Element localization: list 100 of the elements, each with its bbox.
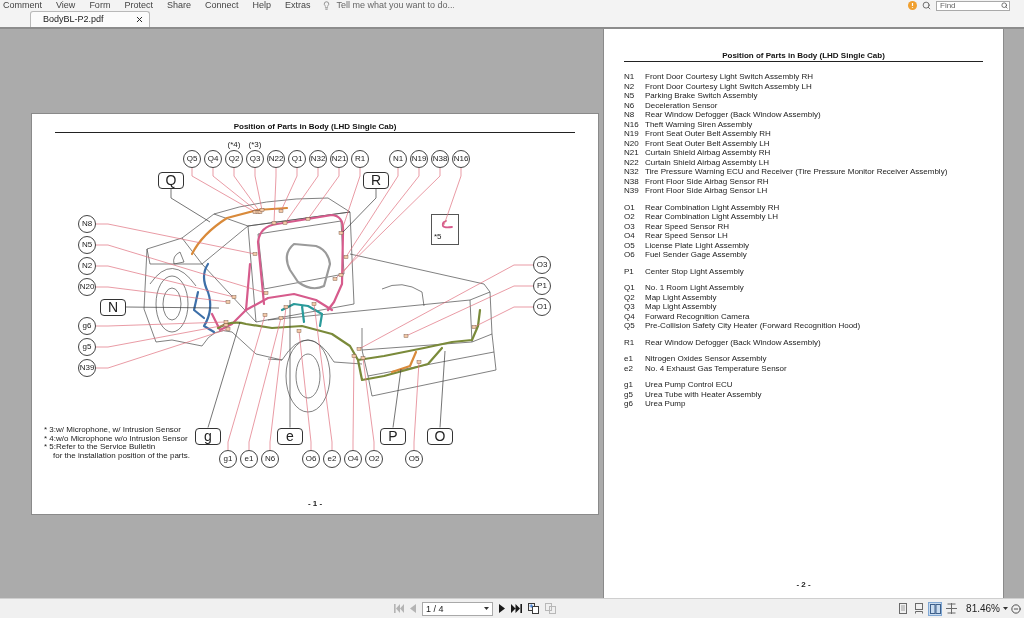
callout-label: N5 [78, 236, 96, 254]
part-code: R1 [624, 337, 636, 347]
connector [416, 360, 422, 364]
zoom-select[interactable]: 81.46% [966, 602, 1008, 615]
search-icon[interactable] [1001, 2, 1008, 9]
leader-line [273, 167, 277, 224]
callout-note: (*3) [248, 140, 262, 149]
find-field[interactable]: Find [936, 0, 1010, 11]
callout-label: N16 [452, 150, 470, 168]
part-code: N32 [624, 167, 640, 177]
menu-item[interactable]: View [56, 0, 76, 11]
part-name: Urea Pump [645, 399, 686, 409]
part-code: N16 [624, 119, 640, 129]
group-label: Q [158, 171, 184, 189]
part-code: P1 [624, 266, 635, 276]
part-code: O5 [624, 240, 636, 250]
callout-label: O3 [533, 256, 551, 274]
pages-plus-icon [528, 603, 539, 614]
part-code: e2 [624, 363, 634, 373]
part-code: N22 [624, 157, 640, 167]
pages-icon [545, 603, 556, 614]
part-code: g5 [624, 389, 634, 399]
menu-item[interactable]: Extras [284, 0, 311, 11]
callout-note: (*4) [227, 140, 241, 149]
view-mode-button[interactable] [944, 601, 959, 616]
part-code: N2 [624, 81, 636, 91]
part-name: Theft Warning Siren Assembly [645, 119, 753, 129]
part-name: Front Seat Outer Belt Assembly RH [645, 129, 771, 139]
part-code: Q3 [624, 302, 636, 312]
menu-item[interactable]: Help [252, 0, 271, 11]
part-code: Q5 [624, 321, 636, 331]
document-tab[interactable]: BodyBL-P2.pdf [30, 11, 150, 27]
part-name: Urea Pump Control ECU [645, 380, 733, 390]
part-name: Center Stop Light Assembly [645, 266, 744, 276]
group-label: P [380, 427, 406, 445]
continuous-page-icon [915, 603, 924, 614]
connector [338, 231, 344, 235]
connector [296, 329, 302, 333]
part-name: No. 4 Exhaust Gas Temperature Sensor [645, 363, 787, 373]
menu-item[interactable]: Connect [204, 0, 239, 11]
part-name: Map Light Assembly [645, 302, 717, 312]
callout-label: Q2 [225, 150, 243, 168]
last-page-button[interactable] [511, 601, 522, 616]
part-name: Front Floor Side Airbag Sensor LH [645, 186, 768, 196]
view-mode-button[interactable] [928, 601, 943, 616]
callout-label: P1 [533, 277, 551, 295]
menu-item[interactable]: Comment [3, 0, 42, 11]
connector [263, 291, 269, 295]
part-code: O2 [624, 212, 636, 222]
group-label: O [427, 427, 453, 445]
page-select[interactable]: 1 / 4 [422, 601, 493, 616]
part-code: N20 [624, 138, 640, 148]
callout-label: O1 [533, 298, 551, 316]
part-code: O3 [624, 221, 636, 231]
part-name: Tire Pressure Warning ECU and Receiver (Tire Pressure Monitor Receiver Assembly) [645, 167, 948, 177]
part-code: Q4 [624, 311, 636, 321]
part-name: Front Door Courtesy Light Switch Assembly LH [645, 81, 812, 91]
part-code: O4 [624, 231, 636, 241]
callout-label: N6 [261, 450, 279, 468]
single-page-icon [899, 603, 908, 614]
page-number: - 1 - [307, 499, 323, 508]
part-name: Forward Recognition Camera [645, 311, 750, 321]
part-name: Curtain Shield Airbag Assembly LH [645, 157, 770, 167]
connector [471, 325, 477, 329]
part-name: Urea Tube with Heater Assembly [645, 389, 762, 399]
page-tool-button[interactable] [528, 601, 539, 616]
close-icon[interactable] [135, 15, 144, 24]
part-name: Map Light Assembly [645, 292, 717, 302]
footnote: * 3:w/ Microphone, w/ Intrusion Sensor [44, 426, 182, 434]
callout-label: Q1 [288, 150, 306, 168]
part-name: Fuel Sender Gage Assembly [645, 250, 747, 260]
continuous-two-page-icon [945, 603, 957, 614]
page-title: Position of Parts in Body (LHD Single Cab) [722, 51, 885, 60]
callout-label: Q4 [204, 150, 222, 168]
part-name: Deceleration Sensor [645, 100, 718, 110]
zoom-out-button[interactable] [1011, 603, 1021, 614]
connector [311, 302, 317, 306]
search-icon[interactable] [922, 1, 931, 10]
caret-icon [1003, 607, 1008, 610]
next-page-button[interactable] [499, 601, 505, 616]
menu-item[interactable]: Share [166, 0, 191, 11]
part-name: Front Floor Side Airbag Sensor RH [645, 176, 769, 186]
page-title: Position of Parts in Body (LHD Single Cab) [233, 122, 397, 131]
connector [278, 316, 284, 320]
part-name: Rear Window Defogger (Back Window Assembly) [645, 110, 821, 120]
inset-note: *5 [434, 232, 442, 241]
connector [305, 217, 311, 221]
menu-item[interactable]: Protect [124, 0, 153, 11]
part-code: N6 [624, 100, 636, 110]
connector [403, 334, 409, 338]
callout-label: e2 [323, 450, 341, 468]
leader-line [392, 368, 402, 428]
part-code: O6 [624, 250, 636, 260]
skip-back-icon [394, 604, 404, 613]
callout-label: N8 [78, 215, 96, 233]
lightbulb-icon [322, 1, 332, 10]
tell-me-field[interactable]: Tell me what you want to do... [336, 0, 455, 11]
menu-item[interactable]: Form [89, 0, 111, 11]
connector [283, 305, 289, 309]
part-name: Rear Window Defogger (Back Window Assembly) [645, 337, 821, 347]
